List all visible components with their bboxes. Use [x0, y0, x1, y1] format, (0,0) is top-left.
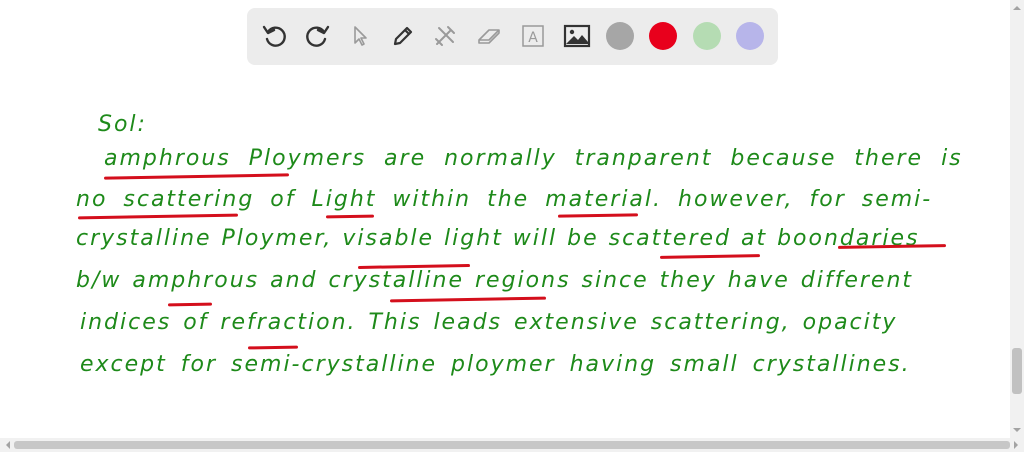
redo-icon[interactable] — [301, 20, 333, 52]
color-swatch-gray[interactable] — [606, 22, 634, 50]
underline-mark — [77, 213, 239, 220]
text-icon[interactable]: A — [517, 20, 549, 52]
pointer-icon[interactable] — [344, 20, 376, 52]
note-line: amphrous Ploymers are normally tranparen… — [104, 146, 963, 171]
note-heading: Sol: — [98, 112, 147, 137]
underline-mark — [659, 254, 761, 259]
underline-mark — [325, 214, 375, 219]
underline-mark — [557, 213, 639, 218]
svg-text:A: A — [528, 30, 538, 46]
note-line: crystalline Ploymer, visable light will … — [76, 226, 920, 251]
underline-mark — [167, 302, 213, 307]
color-swatch-red[interactable] — [649, 22, 677, 50]
vertical-scrollbar[interactable] — [1010, 0, 1024, 438]
pen-icon[interactable] — [387, 20, 419, 52]
horizontal-scroll-thumb[interactable] — [14, 441, 1010, 449]
tools-icon[interactable] — [429, 20, 461, 52]
underline-mark — [389, 296, 547, 303]
note-line: b/w amphrous and crystalline regions sin… — [76, 268, 914, 293]
color-swatch-lavender[interactable] — [736, 22, 764, 50]
color-swatch-green[interactable] — [693, 22, 721, 50]
undo-icon[interactable] — [259, 20, 291, 52]
note-line: no scattering of Light within the materi… — [76, 187, 933, 212]
underline-mark — [103, 173, 290, 180]
note-line: except for semi-crystalline ploymer havi… — [80, 352, 911, 377]
drawing-canvas[interactable]: Sol: amphrous Ploymers are normally tran… — [0, 80, 1010, 435]
note-line: indices of refraction. This leads extens… — [80, 310, 898, 335]
underline-mark — [247, 345, 299, 350]
eraser-icon[interactable] — [473, 20, 505, 52]
horizontal-scrollbar[interactable] — [0, 438, 1024, 452]
image-icon[interactable] — [561, 20, 593, 52]
toolbar: A — [247, 8, 778, 65]
vertical-scroll-thumb[interactable] — [1012, 348, 1022, 394]
